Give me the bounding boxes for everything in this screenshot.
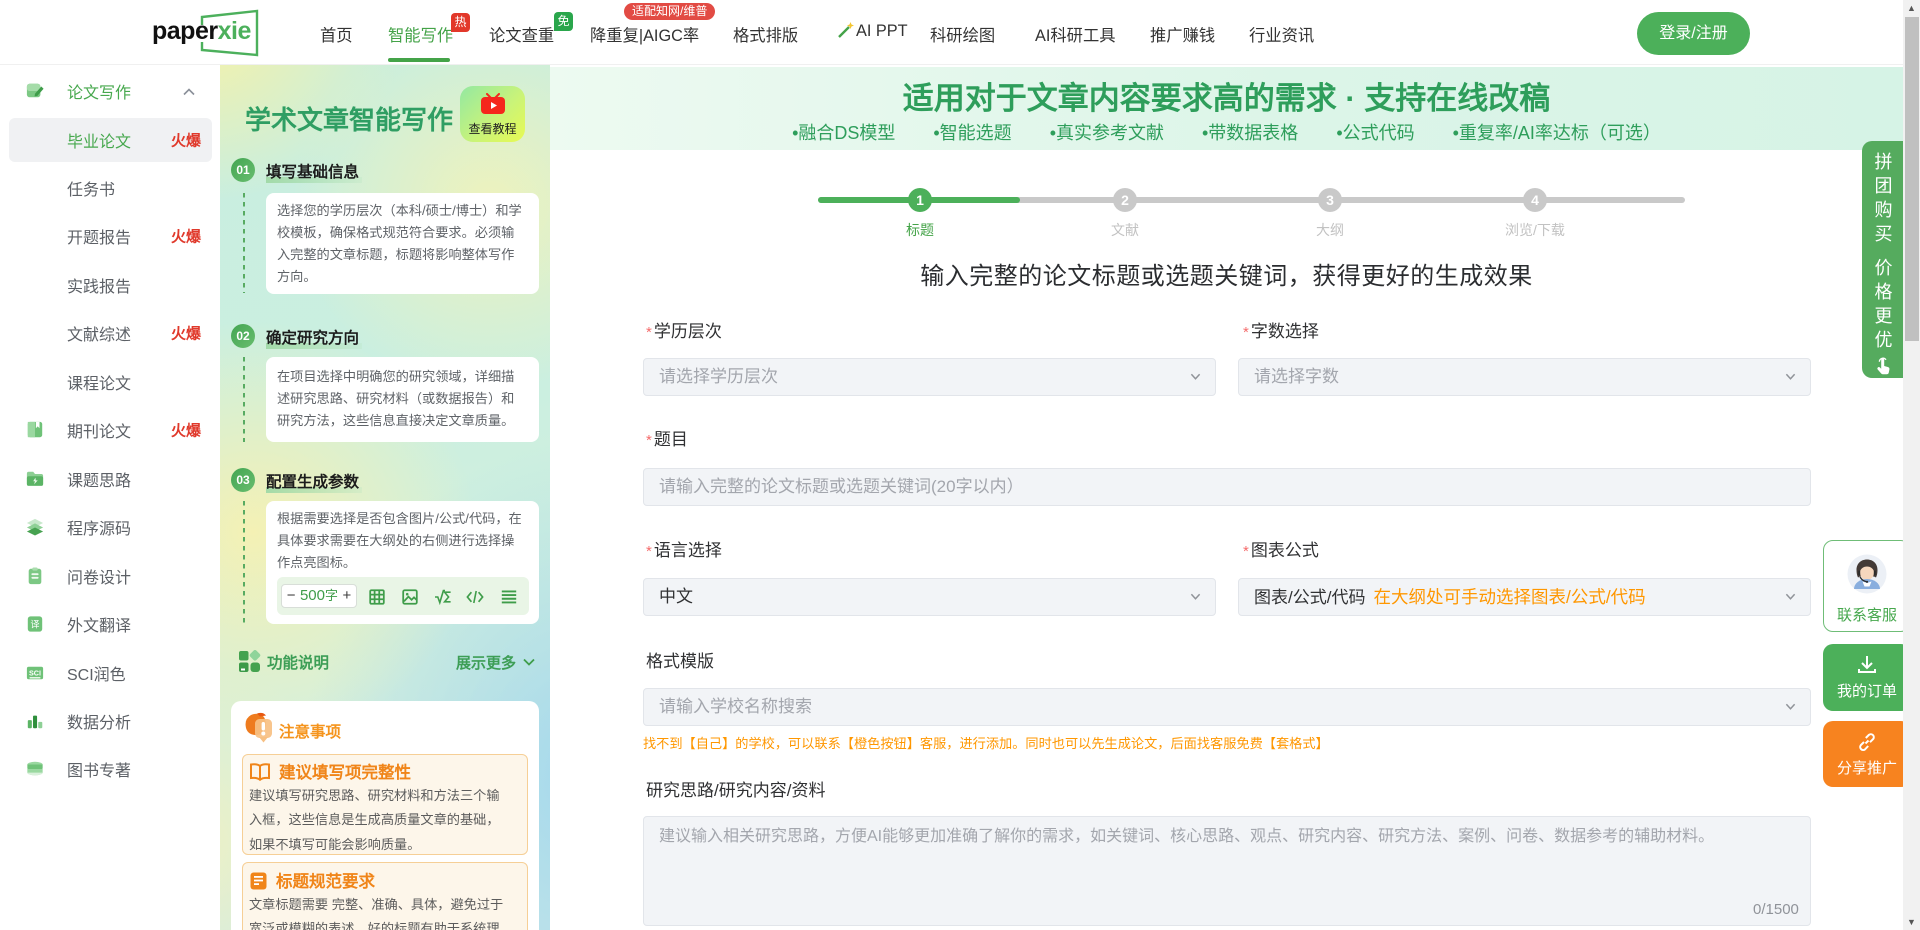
svg-text:译: 译	[30, 620, 39, 630]
svg-text:SCI: SCI	[29, 668, 41, 677]
